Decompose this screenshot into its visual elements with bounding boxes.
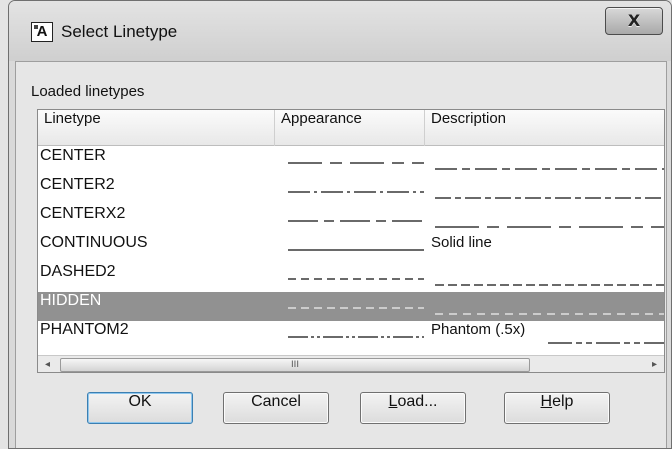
description-pattern-line bbox=[435, 284, 664, 286]
linetype-appearance bbox=[288, 220, 424, 222]
list-header: Linetype Appearance Description bbox=[38, 110, 664, 146]
linetype-name: CONTINUOUS bbox=[40, 234, 148, 251]
linetype-description: Solid line bbox=[431, 234, 492, 251]
linetype-appearance bbox=[288, 336, 424, 338]
linetype-row[interactable]: CENTER bbox=[38, 147, 664, 176]
help-mnemonic: H bbox=[540, 393, 553, 410]
linetype-appearance bbox=[288, 162, 424, 164]
ok-button[interactable]: OK bbox=[87, 392, 193, 424]
description-pattern-line bbox=[548, 342, 664, 344]
cancel-button[interactable]: Cancel bbox=[223, 392, 329, 424]
linetype-row[interactable]: DASHED2 bbox=[38, 263, 664, 292]
linetype-row[interactable]: HIDDEN bbox=[38, 292, 664, 321]
list-rows: CENTER CENTER2 CENTERX2 CONTINUOUS Solid lin… bbox=[38, 147, 664, 350]
close-button[interactable]: X bbox=[605, 7, 663, 35]
linetype-list[interactable]: Linetype Appearance Description CENTER CE… bbox=[37, 109, 665, 373]
close-icon: X bbox=[627, 11, 641, 30]
linetype-name: CENTER2 bbox=[40, 176, 115, 193]
linetype-description: Phantom (.5x) bbox=[431, 321, 526, 338]
linetype-appearance bbox=[288, 307, 424, 309]
window-title: Select Linetype bbox=[61, 22, 178, 41]
linetype-appearance bbox=[288, 191, 424, 193]
help-button[interactable]: Help bbox=[504, 392, 610, 424]
scrollbar-grip: III bbox=[291, 360, 299, 370]
linetype-row[interactable]: PHANTOM2 Phantom (.5x) bbox=[38, 321, 664, 350]
loaded-linetypes-label: Loaded linetypes bbox=[31, 83, 145, 100]
scroll-left-icon[interactable]: ◂ bbox=[38, 356, 57, 372]
linetype-name: DASHED2 bbox=[40, 263, 116, 280]
description-pattern-line bbox=[435, 313, 664, 315]
linetype-name: CENTER bbox=[40, 147, 106, 164]
linetype-row[interactable]: CENTER2 bbox=[38, 176, 664, 205]
select-linetype-dialog: A Select Linetype X Loaded linetypes Lin… bbox=[8, 0, 672, 449]
description-pattern-line bbox=[435, 226, 664, 228]
linetype-name: PHANTOM2 bbox=[40, 321, 129, 338]
scroll-right-icon[interactable]: ▸ bbox=[645, 356, 664, 372]
column-header-appearance[interactable]: Appearance bbox=[275, 110, 425, 146]
linetype-row[interactable]: CENTERX2 bbox=[38, 205, 664, 234]
linetype-name: HIDDEN bbox=[40, 292, 102, 309]
description-pattern-line bbox=[435, 197, 664, 199]
load-button[interactable]: Load... bbox=[360, 392, 466, 424]
description-pattern-line bbox=[435, 168, 664, 170]
load-label: oad... bbox=[397, 393, 438, 410]
linetype-appearance bbox=[288, 249, 424, 251]
horizontal-scrollbar[interactable]: ◂ III ▸ bbox=[38, 355, 664, 372]
linetype-row[interactable]: CONTINUOUS Solid line bbox=[38, 234, 664, 263]
linetype-name: CENTERX2 bbox=[40, 205, 126, 222]
help-label: elp bbox=[552, 393, 574, 410]
column-header-linetype[interactable]: Linetype bbox=[38, 110, 275, 146]
title-bar[interactable]: A Select Linetype X bbox=[9, 1, 671, 61]
column-header-description[interactable]: Description bbox=[425, 110, 664, 146]
linetype-appearance bbox=[288, 278, 424, 280]
scrollbar-thumb[interactable]: III bbox=[60, 358, 530, 372]
autocad-app-icon: A bbox=[31, 22, 53, 42]
